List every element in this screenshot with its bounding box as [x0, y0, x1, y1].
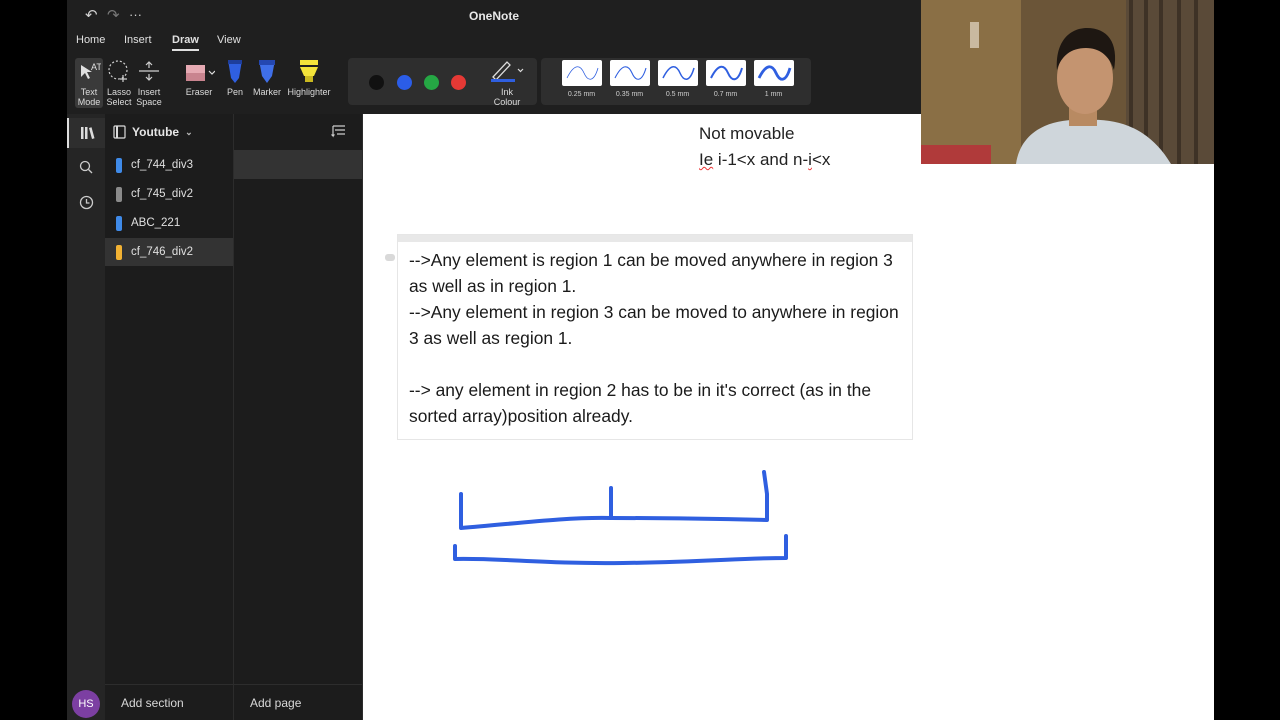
pen-icon — [222, 58, 248, 84]
text-cursor-icon: AT — [74, 58, 104, 84]
insert-space-label-2: Space — [136, 97, 162, 107]
eraser-button[interactable]: Eraser — [182, 58, 216, 97]
section-label: cf_746_div2 — [131, 246, 194, 258]
sections-pane: Youtube ⌄ cf_744_div3 cf_745_div2 ABC_22… — [105, 114, 234, 720]
highlighter-button[interactable]: Highlighter — [284, 58, 334, 97]
notebook-picker[interactable]: Youtube ⌄ — [113, 125, 193, 139]
search-icon[interactable] — [67, 152, 105, 182]
section-label: cf_745_div2 — [131, 188, 194, 200]
thickness-option-0-5[interactable]: 0.5 mm — [657, 60, 698, 100]
thickness-label: 0.35 mm — [615, 91, 644, 98]
section-item-cf-744-div3[interactable]: cf_744_div3 — [105, 151, 233, 179]
thickness-option-0-7[interactable]: 0.7 mm — [705, 60, 746, 100]
text-mode-button[interactable]: AT Text Mode — [74, 58, 104, 107]
thickness-option-0-35[interactable]: 0.35 mm — [609, 60, 650, 100]
tab-view[interactable]: View — [217, 34, 241, 46]
ink-colour-label-2: Colour — [493, 97, 521, 107]
divider — [234, 684, 362, 685]
section-colour-tab — [116, 216, 122, 231]
title-bar: ↶ ↷ ··· OneNote — [67, 0, 921, 32]
lasso-label-2: Select — [106, 97, 132, 107]
section-colour-tab — [116, 245, 122, 260]
lasso-select-button[interactable]: Lasso Select — [104, 58, 134, 107]
page-canvas[interactable]: Not movable Ie i-1<x and n-i<x -->Any el… — [363, 114, 1214, 720]
eraser-icon — [182, 58, 216, 84]
svg-text:AT: AT — [91, 62, 101, 72]
thickness-label: 0.5 mm — [665, 91, 690, 98]
section-item-cf-746-div2[interactable]: cf_746_div2 — [105, 238, 233, 266]
section-item-cf-745-div2[interactable]: cf_745_div2 — [105, 180, 233, 208]
text-mode-label-2: Mode — [77, 97, 101, 107]
insert-space-icon — [134, 58, 164, 84]
thickness-option-0-25[interactable]: 0.25 mm — [561, 60, 602, 100]
text-mode-label-1: Text — [80, 87, 98, 97]
notebook-icon — [113, 125, 126, 139]
marker-button[interactable]: Marker — [250, 58, 284, 97]
thickness-label: 0.7 mm — [713, 91, 738, 98]
chevron-down-icon: ⌄ — [185, 126, 193, 137]
red-colour-swatch[interactable] — [451, 75, 466, 90]
sort-icon[interactable] — [331, 124, 347, 143]
recent-clock-icon[interactable] — [67, 187, 105, 217]
blue-colour-swatch[interactable] — [397, 75, 412, 90]
lasso-icon — [104, 58, 134, 84]
pen-label: Pen — [226, 87, 243, 97]
add-page-button[interactable]: Add page — [250, 696, 301, 710]
ink-colour-label-1: Ink — [500, 87, 513, 97]
highlighter-icon — [284, 58, 334, 84]
insert-space-button[interactable]: Insert Space — [134, 58, 164, 107]
tab-draw[interactable]: Draw — [172, 34, 199, 51]
ink-drawing — [453, 470, 788, 566]
webcam-overlay — [921, 0, 1214, 164]
ink-stroke-lower-bracket — [453, 534, 788, 566]
lasso-label-1: Lasso — [106, 87, 132, 97]
ink-colour-button[interactable]: Ink Colour — [487, 58, 527, 107]
avatar[interactable]: HS — [72, 690, 100, 718]
section-colour-tab — [116, 158, 122, 173]
left-nav-rail: HS — [67, 114, 105, 720]
thickness-label: 0.25 mm — [567, 91, 596, 98]
insert-space-label-1: Insert — [137, 87, 161, 97]
pen-button[interactable]: Pen — [222, 58, 248, 97]
divider — [105, 684, 233, 685]
section-label: cf_744_div3 — [131, 159, 194, 171]
section-label: ABC_221 — [131, 217, 181, 229]
notebook-name: Youtube — [132, 125, 180, 139]
highlighter-label: Highlighter — [287, 87, 331, 97]
marker-icon — [250, 58, 284, 84]
ink-colour-icon — [487, 58, 527, 84]
green-colour-swatch[interactable] — [424, 75, 439, 90]
ribbon: ↶ ↷ ··· OneNote Home Insert Draw View AT… — [67, 0, 921, 114]
marker-label: Marker — [252, 87, 281, 97]
pages-pane: Add page — [234, 114, 363, 720]
black-colour-swatch[interactable] — [369, 75, 384, 90]
section-colour-tab — [116, 187, 122, 202]
thickness-option-1[interactable]: 1 mm — [753, 60, 794, 100]
app-title: OneNote — [468, 9, 519, 23]
eraser-label: Eraser — [185, 87, 213, 97]
ink-stroke-upper-bracket — [459, 470, 769, 530]
page-item-selected[interactable] — [234, 150, 362, 179]
thickness-label: 1 mm — [764, 91, 783, 98]
tab-insert[interactable]: Insert — [124, 34, 152, 46]
tab-home[interactable]: Home — [76, 34, 105, 46]
add-section-button[interactable]: Add section — [121, 696, 184, 710]
section-item-abc-221[interactable]: ABC_221 — [105, 209, 233, 237]
notebooks-icon[interactable] — [67, 118, 105, 148]
webcam-person-image — [921, 0, 1214, 164]
